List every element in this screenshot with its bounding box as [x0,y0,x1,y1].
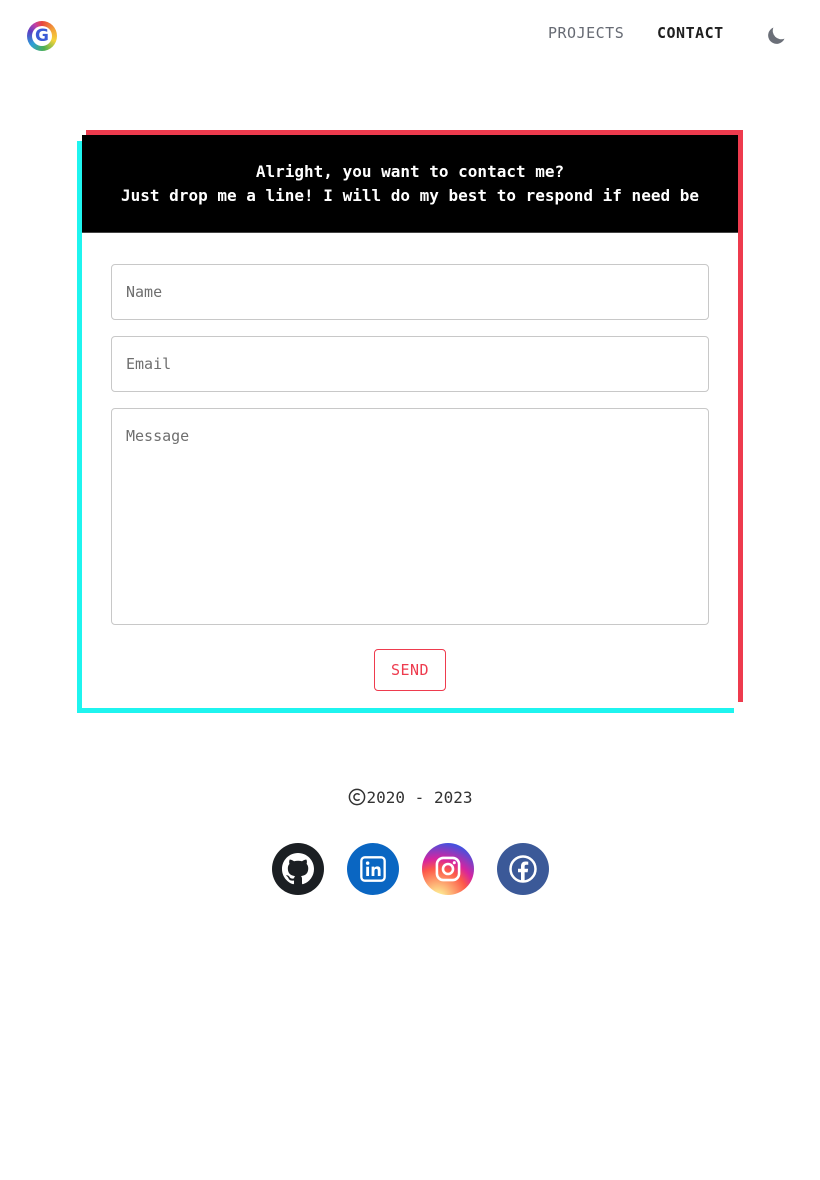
moon-icon[interactable] [764,24,788,48]
github-icon[interactable] [272,843,324,895]
send-button[interactable]: SEND [374,649,446,691]
heading-line-1: Alright, you want to contact me? [255,162,565,181]
logo[interactable]: G [27,21,57,51]
facebook-icon[interactable] [497,843,549,895]
linkedin-icon[interactable] [347,843,399,895]
message-textarea[interactable] [111,408,709,625]
copyright: 2020 - 2023 [0,788,820,807]
email-input[interactable] [111,336,709,392]
instagram-icon[interactable] [422,843,474,895]
contact-card-heading: Alright, you want to contact me? Just dr… [82,135,738,233]
nav-contact-link[interactable]: CONTACT [657,24,724,42]
copyright-years: 2020 - 2023 [366,788,473,807]
site-header: G PROJECTS CONTACT [0,0,820,72]
nav-projects-link[interactable]: PROJECTS [548,24,624,42]
name-input[interactable] [111,264,709,320]
heading-line-2: Just drop me a line! I will do my best t… [121,186,699,205]
logo-letter: G [35,25,49,46]
contact-card: Alright, you want to contact me? Just dr… [82,135,738,708]
copyright-icon [348,788,366,806]
